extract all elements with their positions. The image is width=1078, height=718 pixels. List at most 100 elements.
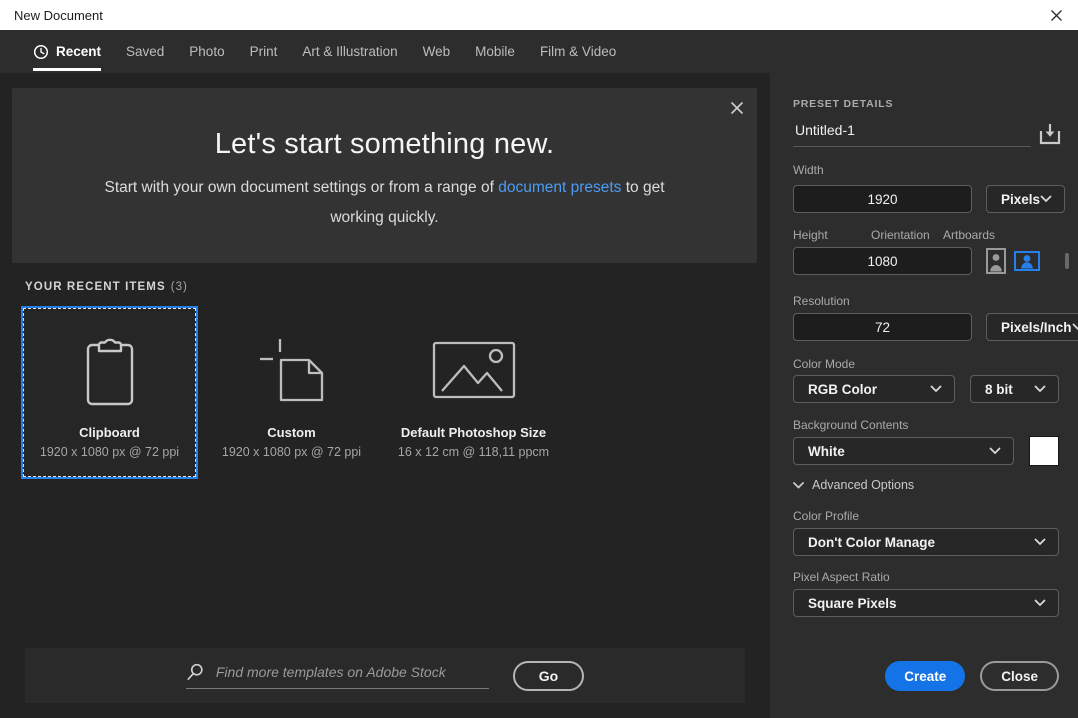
window-close-icon[interactable] <box>1049 8 1064 23</box>
close-button[interactable]: Close <box>980 661 1059 691</box>
width-label: Width <box>793 163 824 177</box>
recent-item-default-photoshop-size[interactable]: Default Photoshop Size 16 x 12 cm @ 118,… <box>387 308 560 477</box>
orientation-portrait-button[interactable] <box>982 247 1010 275</box>
recent-item-specs: 1920 x 1080 px @ 72 ppi <box>39 445 180 459</box>
recent-item-specs: 1920 x 1080 px @ 72 ppi <box>221 445 362 459</box>
artboards-label: Artboards <box>943 228 996 242</box>
chevron-down-icon <box>1040 195 1052 203</box>
tab-label: Web <box>422 44 451 59</box>
window-title: New Document <box>14 7 103 23</box>
chevron-down-icon <box>1034 385 1046 393</box>
chevron-down-icon <box>930 385 942 393</box>
color-mode-label: Color Mode <box>793 357 856 371</box>
search-icon <box>187 663 203 681</box>
pixel-aspect-ratio-select[interactable]: Square Pixels <box>793 589 1059 617</box>
main-content: Let's start something new. Start with yo… <box>0 73 770 718</box>
chevron-down-icon <box>1034 538 1046 546</box>
hero-subtitle: Start with your own document settings or… <box>95 173 675 233</box>
portrait-icon <box>986 248 1006 274</box>
tab-art-illustration[interactable]: Art & Illustration <box>302 30 397 73</box>
bit-depth-select[interactable]: 8 bit <box>970 375 1059 403</box>
height-orientation-labels: Height Orientation Artboards <box>793 228 1059 242</box>
tab-print[interactable]: Print <box>250 30 278 73</box>
tab-label: Film & Video <box>539 44 617 59</box>
tab-label: Photo <box>189 44 225 59</box>
resolution-unit-select[interactable]: Pixels/Inch <box>986 313 1078 341</box>
recent-items-count: (3) <box>170 281 188 293</box>
resolution-unit-value: Pixels/Inch <box>1001 319 1072 335</box>
height-label: Height <box>793 228 828 242</box>
background-contents-value: White <box>808 443 845 459</box>
color-profile-select[interactable]: Don't Color Manage <box>793 528 1059 556</box>
recent-item-name: Clipboard <box>79 425 140 440</box>
background-contents-row: White <box>793 436 1059 466</box>
tab-photo[interactable]: Photo <box>189 30 224 73</box>
preset-details-header: PRESET DETAILS <box>793 98 894 110</box>
tab-label: Print <box>249 44 278 59</box>
color-profile-value: Don't Color Manage <box>808 534 935 550</box>
resolution-row: Pixels/Inch <box>793 313 1078 341</box>
chevron-down-icon <box>989 447 1001 455</box>
tab-web[interactable]: Web <box>423 30 451 73</box>
color-mode-select[interactable]: RGB Color <box>793 375 955 403</box>
tab-mobile[interactable]: Mobile <box>475 30 515 73</box>
document-presets-link[interactable]: document presets <box>498 179 621 196</box>
landscape-icon <box>1014 251 1040 271</box>
advanced-options-toggle[interactable]: Advanced Options <box>793 478 1059 492</box>
height-input[interactable] <box>793 247 972 275</box>
create-button[interactable]: Create <box>885 661 966 691</box>
stock-search-field <box>185 662 489 689</box>
recent-item-custom[interactable]: Custom 1920 x 1080 px @ 72 ppi <box>205 308 378 477</box>
width-row: Pixels <box>793 185 1066 213</box>
color-profile-label: Color Profile <box>793 509 860 523</box>
height-row <box>793 247 1069 275</box>
preset-details-panel: PRESET DETAILS Width Pixels Height Orien… <box>770 73 1078 718</box>
stock-search-bar: Go <box>25 648 745 703</box>
bit-depth-value: 8 bit <box>985 381 1013 397</box>
document-name-input[interactable] <box>793 121 1031 147</box>
recent-items-header: YOUR RECENT ITEMS (3) <box>25 281 188 293</box>
color-profile-row: Don't Color Manage <box>793 528 1059 556</box>
width-unit-select[interactable]: Pixels <box>986 185 1066 213</box>
hero-title: Let's start something new. <box>214 128 555 160</box>
tab-film-video[interactable]: Film & Video <box>540 30 616 73</box>
advanced-options-label: Advanced Options <box>812 478 915 492</box>
width-unit-value: Pixels <box>1001 191 1041 207</box>
recent-item-name: Default Photoshop Size <box>400 425 547 440</box>
recent-item-specs: 16 x 12 cm @ 118,11 ppcm <box>397 445 550 459</box>
chevron-down-icon <box>1072 323 1078 331</box>
tab-label: Saved <box>126 44 165 59</box>
action-buttons: Create Close <box>793 661 1059 691</box>
stock-search-input[interactable] <box>215 664 489 680</box>
hero-close-icon[interactable] <box>730 101 744 115</box>
save-preset-button[interactable] <box>1038 123 1062 146</box>
tab-saved[interactable]: Saved <box>126 30 164 73</box>
recent-items-title: YOUR RECENT ITEMS <box>25 281 166 293</box>
orientation-label: Orientation <box>871 228 930 242</box>
orientation-landscape-button[interactable] <box>1013 247 1041 275</box>
tab-label: Art & Illustration <box>302 44 398 59</box>
recent-item-name: Custom <box>267 425 316 440</box>
pixel-aspect-ratio-value: Square Pixels <box>808 595 897 611</box>
resolution-input[interactable] <box>793 313 972 341</box>
recent-item-clipboard[interactable]: Clipboard 1920 x 1080 px @ 72 ppi <box>21 306 198 479</box>
custom-size-icon <box>258 329 326 411</box>
image-icon <box>432 329 516 411</box>
color-mode-row: RGB Color 8 bit <box>793 375 1059 403</box>
tab-bar: Recent Saved Photo Print Art & Illustrat… <box>0 30 1078 73</box>
go-button[interactable]: Go <box>512 660 585 691</box>
clipboard-icon <box>82 329 138 411</box>
pixel-aspect-ratio-label: Pixel Aspect Ratio <box>793 570 890 584</box>
document-name-row <box>793 119 1062 149</box>
artboards-checkbox[interactable] <box>1065 253 1069 269</box>
background-contents-select[interactable]: White <box>793 437 1014 465</box>
tab-recent[interactable]: Recent <box>33 30 102 73</box>
save-preset-icon <box>1039 123 1061 144</box>
width-input[interactable] <box>793 185 972 213</box>
background-color-swatch[interactable] <box>1029 436 1059 466</box>
window-titlebar: New Document <box>0 0 1078 30</box>
color-mode-value: RGB Color <box>808 381 877 397</box>
hero-banner: Let's start something new. Start with yo… <box>12 88 757 263</box>
chevron-down-icon <box>793 481 804 489</box>
recent-items-grid: Clipboard 1920 x 1080 px @ 72 ppi Custom… <box>21 306 560 479</box>
